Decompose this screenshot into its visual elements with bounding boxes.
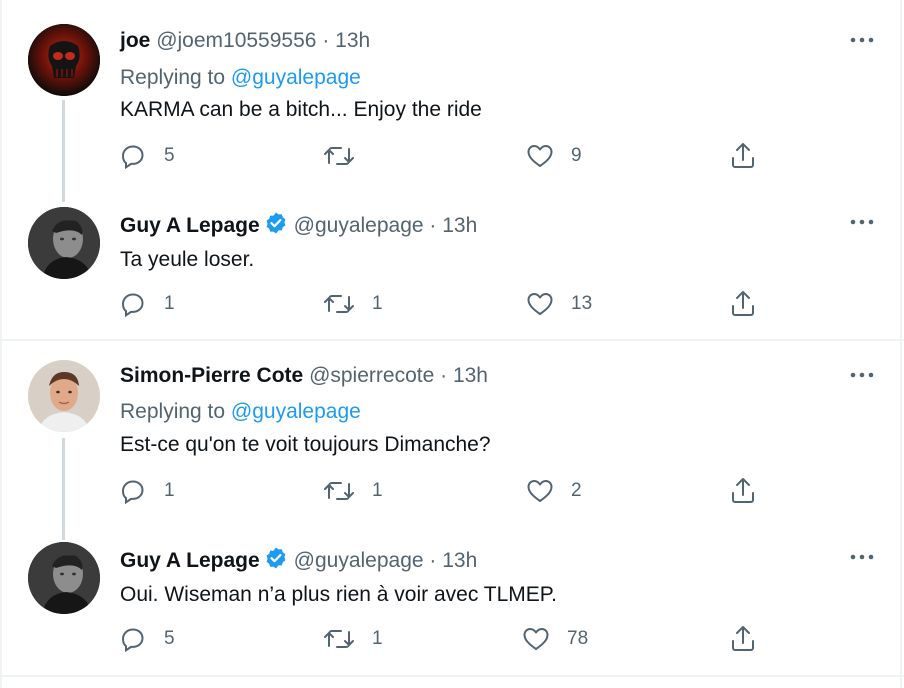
heart-icon (527, 145, 553, 167)
avatar-joe[interactable] (28, 24, 100, 96)
retweet-button[interactable]: 1 (324, 624, 383, 654)
person-photo-icon (28, 207, 100, 279)
reply-icon (121, 293, 144, 317)
tweet-text: Oui. Wiseman n’a plus rien à voir avec T… (120, 583, 557, 606)
separator: · (322, 29, 330, 52)
share-icon (732, 626, 754, 651)
more-icon[interactable] (848, 365, 876, 385)
timestamp[interactable]: 13h (442, 549, 477, 572)
timestamp[interactable]: 13h (335, 29, 370, 52)
reply-button[interactable]: 5 (120, 141, 175, 171)
display-name[interactable]: Simon-Pierre Cote (120, 364, 303, 387)
share-icon (732, 291, 754, 316)
retweet-icon (324, 295, 354, 313)
reply-count: 1 (164, 293, 175, 314)
timestamp[interactable]: 13h (453, 364, 488, 387)
reply-icon (121, 628, 144, 652)
share-button[interactable] (730, 289, 756, 319)
like-button[interactable]: 78 (523, 624, 588, 654)
tweet-header: joe @joem10559556 · 13h (120, 29, 370, 53)
retweet-count: 1 (372, 628, 383, 649)
thread-divider (0, 339, 904, 341)
person-photo-icon (28, 360, 100, 432)
heart-icon (527, 293, 553, 315)
retweet-icon (324, 630, 354, 648)
share-icon (732, 143, 754, 168)
share-button[interactable] (730, 141, 756, 171)
thread-divider (0, 675, 904, 677)
user-handle[interactable]: @guyalepage (294, 549, 424, 572)
verified-badge-icon (266, 212, 286, 234)
reply-count: 5 (164, 628, 175, 649)
heart-icon (527, 480, 553, 502)
tweet-text: KARMA can be a bitch... Enjoy the ride (120, 98, 482, 121)
like-count: 78 (567, 628, 589, 649)
replying-to-label: Replying to (120, 400, 226, 423)
thread-line (62, 100, 65, 202)
tweet-header: Guy A Lepage @guyalepage · 13h (120, 546, 477, 573)
display-name[interactable]: Guy A Lepage (120, 214, 260, 237)
share-icon (732, 478, 754, 503)
retweet-count: 1 (372, 293, 383, 314)
display-name[interactable]: joe (120, 29, 150, 52)
more-icon[interactable] (848, 212, 876, 232)
user-handle[interactable]: @guyalepage (294, 214, 424, 237)
share-button[interactable] (730, 624, 756, 654)
person-photo-icon (28, 542, 100, 614)
separator: · (429, 549, 437, 572)
mention-link[interactable]: @guyalepage (231, 400, 361, 423)
retweet-icon (324, 482, 354, 500)
display-name[interactable]: Guy A Lepage (120, 549, 260, 572)
tweet-header: Simon-Pierre Cote @spierrecote · 13h (120, 364, 488, 388)
separator: · (440, 364, 448, 387)
retweet-button[interactable]: 1 (324, 289, 383, 319)
more-icon[interactable] (848, 547, 876, 567)
reply-icon (121, 480, 144, 504)
user-handle[interactable]: @spierrecote (309, 364, 434, 387)
like-count: 2 (571, 480, 582, 501)
replying-to-label: Replying to (120, 66, 226, 89)
reply-button[interactable]: 5 (120, 624, 175, 654)
like-count: 9 (571, 145, 582, 166)
share-button[interactable] (730, 476, 756, 506)
reply-icon (121, 145, 144, 169)
retweet-count: 1 (372, 480, 383, 501)
reply-count: 1 (164, 480, 175, 501)
heart-icon (523, 628, 549, 650)
thread-line (62, 438, 65, 540)
more-icon[interactable] (848, 30, 876, 50)
timestamp[interactable]: 13h (442, 214, 477, 237)
like-button[interactable]: 9 (527, 141, 582, 171)
tweet-header: Guy A Lepage @guyalepage · 13h (120, 211, 477, 238)
punisher-skull-icon (28, 24, 100, 96)
like-count: 13 (571, 293, 593, 314)
like-button[interactable]: 2 (527, 476, 582, 506)
avatar-simon-pierre[interactable] (28, 360, 100, 432)
avatar-guy[interactable] (28, 207, 100, 279)
reply-button[interactable]: 1 (120, 476, 175, 506)
avatar-guy[interactable] (28, 542, 100, 614)
reply-button[interactable]: 1 (120, 289, 175, 319)
retweet-button[interactable]: 1 (324, 476, 383, 506)
tweet-text: Ta yeule loser. (120, 248, 255, 271)
retweet-icon (324, 147, 354, 165)
replying-to: Replying to @guyalepage (120, 66, 361, 90)
verified-badge-icon (266, 547, 286, 569)
separator: · (429, 214, 437, 237)
like-button[interactable]: 13 (527, 289, 592, 319)
user-handle[interactable]: @joem10559556 (156, 29, 316, 52)
reply-count: 5 (164, 145, 175, 166)
replying-to: Replying to @guyalepage (120, 400, 361, 424)
retweet-button[interactable] (324, 141, 372, 171)
tweet-text: Est-ce qu'on te voit toujours Dimanche? (120, 433, 491, 456)
mention-link[interactable]: @guyalepage (231, 66, 361, 89)
